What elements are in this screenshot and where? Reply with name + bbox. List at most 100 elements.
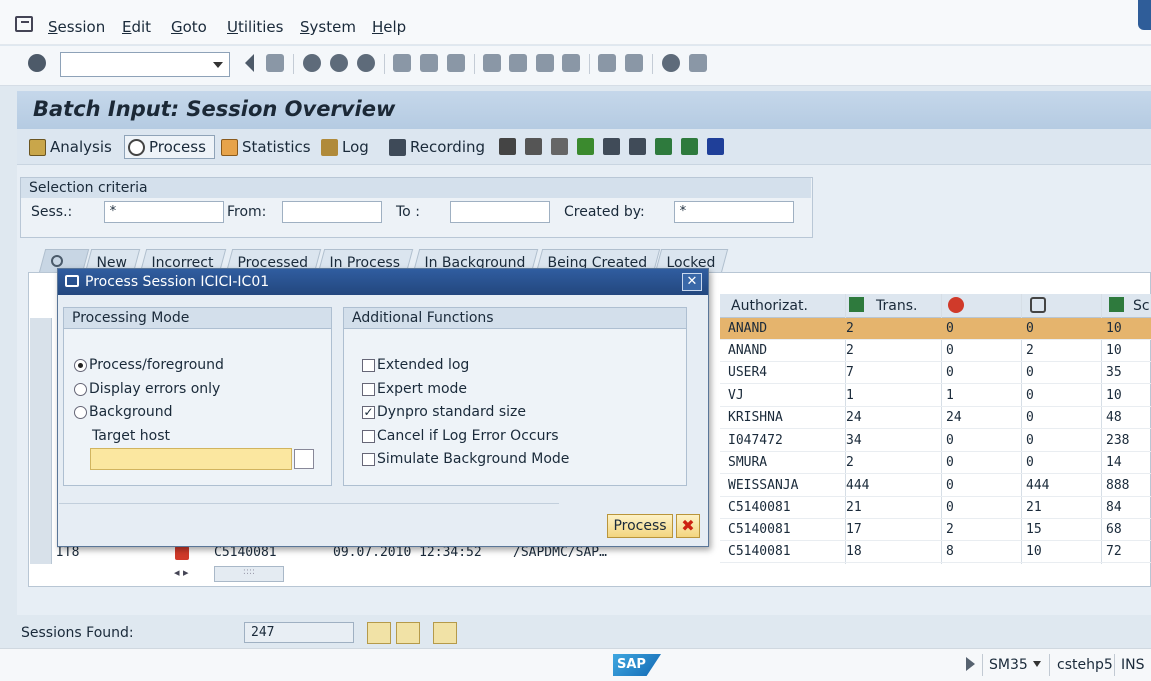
chevron-down-icon[interactable] [1033,661,1041,667]
user-icon [51,255,63,267]
menu-edit[interactable]: Edit [122,18,151,36]
sess-field[interactable]: * [104,201,224,223]
analysis-button[interactable]: Analysis [29,138,112,156]
import-icon[interactable] [681,138,698,155]
status-bar [0,648,1151,681]
table-row[interactable]: ANAND 2 0 2 10 [720,340,1151,362]
cell-ok: 0 [1026,321,1034,336]
cell-trans: 1 [846,388,854,403]
header-sc[interactable]: Sc [1133,298,1150,314]
info-icon[interactable] [707,138,724,155]
menu-help[interactable]: Help [372,18,406,36]
cell-ok: 444 [1026,478,1050,493]
table-row[interactable]: C5140081 17 2 15 68 [720,519,1151,541]
log-button[interactable]: Log [321,138,369,156]
print-icon[interactable] [393,54,411,72]
dialog-process-button[interactable]: Process [607,514,673,538]
from-field[interactable] [282,201,382,223]
radio-background[interactable]: Background [74,404,173,420]
process-button[interactable]: Process [124,135,215,159]
help-icon[interactable] [662,54,680,72]
find-next-icon[interactable] [447,54,465,72]
back-arrow-icon[interactable] [242,54,254,72]
checkbox-expert-mode[interactable]: Expert mode [362,381,467,397]
create-session-icon[interactable] [598,54,616,72]
table-row[interactable]: C5140081 18 8 10 72 [720,541,1151,563]
status-divider [1114,654,1115,676]
next-page-icon[interactable] [536,54,554,72]
system-menu-icon[interactable] [15,16,33,32]
find-icon[interactable] [420,54,438,72]
cell-ok: 0 [1026,365,1034,380]
enter-check-icon[interactable] [28,54,46,72]
refresh-icon[interactable] [433,622,457,644]
row-selector-column[interactable] [30,318,52,564]
cancel-icon[interactable] [357,54,375,72]
exit-icon[interactable] [330,54,348,72]
status-expand-icon[interactable] [966,657,975,671]
table-row[interactable]: C5140081 21 0 21 84 [720,497,1151,519]
export-icon[interactable] [655,138,672,155]
sum-icon[interactable] [629,138,646,155]
command-field[interactable] [60,52,230,77]
lock-icon[interactable] [525,138,542,155]
checkbox-dynpro-standard-size[interactable]: ✓ Dynpro standard size [362,404,526,420]
sigma-icon [1109,297,1124,312]
table-row[interactable]: VJ 1 1 0 10 [720,385,1151,407]
transaction-code[interactable]: SM35 [989,657,1028,673]
header-authorizat[interactable]: Authorizat. [731,298,808,314]
cell-authorization: ANAND [728,343,768,358]
cell-authorization: KRISHNA [728,410,783,425]
last-page-icon[interactable] [562,54,580,72]
checkbox-simulate-background[interactable]: Simulate Background Mode [362,451,569,467]
table-row[interactable]: SMURA 2 0 0 14 [720,452,1151,474]
menu-session[interactable]: Session [48,18,105,36]
sessions-found-value: 247 [244,622,354,643]
dialog-cancel-button[interactable]: ✖ [676,514,700,538]
table-row[interactable]: KRISHNA 24 24 0 48 [720,407,1151,429]
unlock-icon[interactable] [551,138,568,155]
shortcut-icon[interactable] [625,54,643,72]
menu-goto[interactable]: Goto [171,18,207,36]
filter-icon[interactable] [603,138,620,155]
option-label: Dynpro standard size [377,404,526,420]
flag-icon[interactable] [577,138,594,155]
radio-process-foreground[interactable]: Process/foreground [74,357,224,373]
detail-icon[interactable] [367,622,391,644]
header-trans[interactable]: Trans. [876,298,917,314]
table-row[interactable]: WEISSANJA 444 0 444 888 [720,475,1151,497]
checkbox-cancel-log-error[interactable]: Cancel if Log Error Occurs [362,428,559,444]
horizontal-scrollbar[interactable]: :::: [214,566,284,582]
statistics-button[interactable]: Statistics [221,138,311,156]
delete-icon[interactable] [499,138,516,155]
table-row[interactable]: USER4 7 0 0 35 [720,362,1151,384]
table-row[interactable]: ANAND 2 0 0 10 [720,318,1151,340]
window-corner-tab [1138,0,1151,30]
checkbox-extended-log[interactable]: Extended log [362,357,469,373]
menu-utilities[interactable]: Utilities [227,18,283,36]
layout-menu-icon[interactable] [689,54,707,72]
cell-trans: 18 [846,544,862,559]
previous-page-icon[interactable] [509,54,527,72]
error-header-icon[interactable] [948,297,964,313]
cell-session-name: IT8 [56,545,80,560]
ok-header-icon[interactable] [1030,297,1046,313]
to-field[interactable] [450,201,550,223]
menu-system[interactable]: System [300,18,356,36]
input-mode[interactable]: INS [1121,657,1145,673]
scroll-arrows[interactable]: ◂ ▸ [174,566,208,582]
value-help-icon[interactable] [294,449,314,469]
error-status-icon [175,546,189,560]
radio-display-errors[interactable]: Display errors only [74,381,220,397]
chevron-down-icon[interactable] [213,62,223,68]
created-by-field[interactable]: * [674,201,794,223]
back-icon[interactable] [303,54,321,72]
save-icon[interactable] [266,54,284,72]
table-row[interactable]: I047472 34 0 0 238 [720,430,1151,452]
recording-button[interactable]: Recording [389,138,485,156]
close-icon[interactable]: ✕ [682,273,702,291]
target-host-input[interactable] [90,448,292,470]
first-page-icon[interactable] [483,54,501,72]
cell-errors: 1 [946,388,954,403]
list-icon[interactable] [396,622,420,644]
